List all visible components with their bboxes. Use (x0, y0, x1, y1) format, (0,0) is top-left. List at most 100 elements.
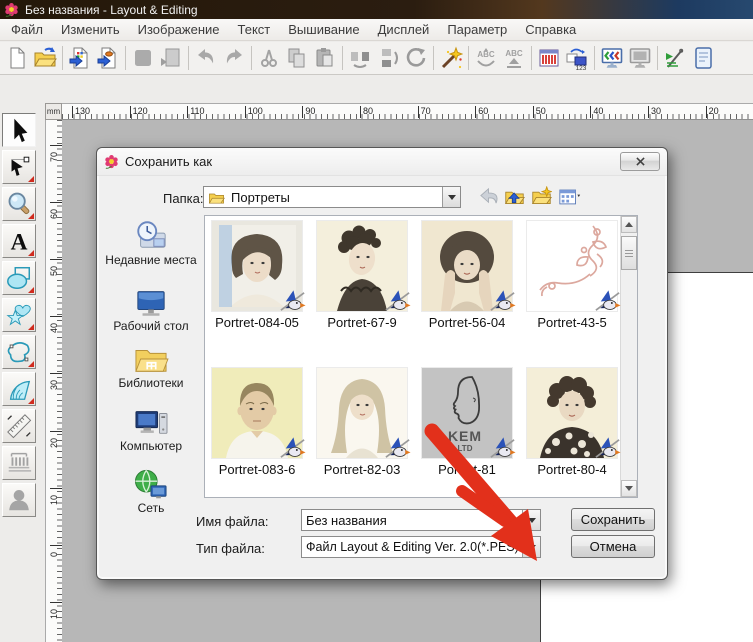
place-item-1[interactable]: Недавние места (101, 218, 201, 267)
file-name-label[interactable]: Portret-43-5 (520, 315, 624, 330)
magic-wand-button[interactable] (437, 44, 465, 72)
import-image-button[interactable] (94, 44, 122, 72)
file-thumbnail[interactable] (527, 368, 617, 458)
pes-bird-icon (489, 288, 516, 315)
menu-item[interactable]: Текст (229, 20, 280, 39)
save-button[interactable]: Сохранить (571, 508, 655, 531)
file-name-label[interactable]: Portret-084-05 (205, 315, 309, 330)
sewing-order-button[interactable]: 123 (563, 44, 591, 72)
open-folder-button[interactable] (31, 44, 59, 72)
filetype-combobox[interactable]: Файл Layout & Editing Ver. 2.0(*.PES) (301, 536, 541, 558)
point-edit-tool-button[interactable] (2, 150, 36, 184)
menu-item[interactable]: Изменить (52, 20, 129, 39)
file-thumbnail[interactable] (212, 221, 302, 311)
file-name-label[interactable]: Portret-083-6 (205, 462, 309, 477)
filetype-value: Файл Layout & Editing Ver. 2.0(*.PES) (302, 540, 522, 554)
file-name-label[interactable]: Portret-81 (415, 462, 519, 477)
menu-item[interactable]: Изображение (129, 20, 229, 39)
ruler-tick (50, 373, 62, 374)
place-label: Компьютер (101, 439, 201, 453)
stitch-tool-button[interactable] (2, 446, 36, 480)
file-thumbnail[interactable] (317, 221, 407, 311)
filename-value[interactable]: Без названия (302, 513, 522, 528)
file-thumbnail[interactable] (212, 368, 302, 458)
file-name-label[interactable]: Portret-67-9 (310, 315, 414, 330)
folder-combobox[interactable]: Портреты (203, 186, 461, 208)
menu-item[interactable]: Вышивание (279, 20, 368, 39)
ruler-label: 60 (49, 209, 59, 219)
place-item-2[interactable]: Рабочий стол (101, 286, 201, 333)
menu-item[interactable]: Файл (2, 20, 52, 39)
close-icon (636, 157, 645, 166)
realistic-view-button[interactable] (598, 44, 626, 72)
toolbar-separator (125, 46, 126, 70)
scroll-down-button[interactable] (621, 480, 637, 497)
select-tool-button[interactable] (2, 113, 36, 147)
svg-text:A: A (11, 229, 28, 255)
file-thumbnail[interactable]: KEM LTD (422, 368, 512, 458)
cancel-button[interactable]: Отмена (571, 535, 655, 558)
libraries-icon (101, 343, 201, 375)
ruler-label: 110 (187, 106, 204, 118)
toolbar-separator (657, 46, 658, 70)
ruler-label: 0 (49, 552, 59, 557)
text-tool-button[interactable]: A (2, 224, 36, 258)
ruler-label: 60 (475, 106, 488, 118)
stitch-simulator-button[interactable] (661, 44, 689, 72)
file-list-scrollbar[interactable] (620, 216, 637, 497)
svg-text:ABC: ABC (505, 49, 523, 58)
toolbar-separator (433, 46, 434, 70)
svg-text:123: 123 (576, 65, 587, 70)
ruler-label: 120 (130, 106, 148, 118)
ruler-tick (50, 545, 62, 546)
new-document-button[interactable] (3, 44, 31, 72)
view-menu-button[interactable] (558, 187, 582, 206)
place-item-4[interactable]: Компьютер (101, 406, 201, 453)
scrollbar-thumb[interactable] (621, 236, 637, 270)
filename-combobox[interactable]: Без названия (301, 509, 541, 531)
file-thumbnail[interactable] (527, 221, 617, 311)
folder-dropdown-button[interactable] (442, 187, 460, 207)
place-label: Недавние места (101, 253, 201, 267)
new-folder-button[interactable] (531, 186, 552, 207)
design-property-button[interactable] (689, 44, 717, 72)
import-design-button[interactable] (66, 44, 94, 72)
portrait-tool-button[interactable] (2, 483, 36, 517)
up-folder-button[interactable] (504, 186, 525, 207)
pes-bird-icon (594, 288, 621, 315)
close-button[interactable] (620, 152, 660, 171)
fan-shape-tool-button[interactable] (2, 372, 36, 406)
file-thumbnail[interactable] (317, 368, 407, 458)
file-name-label[interactable]: Portret-82-03 (310, 462, 414, 477)
measure-tool-button[interactable] (2, 409, 36, 443)
text-arc-button: ABC (472, 44, 500, 72)
redo-button (220, 44, 248, 72)
outline-tool-button[interactable] (2, 335, 36, 369)
file-list[interactable]: Portret-084-05 Portret-67-9 Portret-56-0… (204, 215, 638, 498)
toolbar-separator (531, 46, 532, 70)
place-item-5[interactable]: Сеть (101, 468, 201, 515)
ruler-tick (50, 202, 62, 203)
menu-item[interactable]: Параметр (438, 20, 516, 39)
file-thumbnail[interactable] (422, 221, 512, 311)
undo-button (192, 44, 220, 72)
toolbar-separator (188, 46, 189, 70)
filetype-dropdown-button[interactable] (522, 537, 540, 557)
shape-tool-button[interactable] (2, 261, 36, 295)
file-name-label[interactable]: Portret-80-4 (520, 462, 624, 477)
menu-item[interactable]: Справка (516, 20, 585, 39)
menu-item[interactable]: Дисплей (369, 20, 439, 39)
file-name-label[interactable]: Portret-56-04 (415, 315, 519, 330)
zoom-tool-button[interactable] (2, 187, 36, 221)
flower-app-icon (4, 2, 19, 17)
dialog-title-bar[interactable]: Сохранить как (97, 148, 667, 176)
scroll-up-button[interactable] (621, 216, 637, 233)
motif-shape-tool-button[interactable] (2, 298, 36, 332)
place-item-3[interactable]: Библиотеки (101, 343, 201, 390)
screen-view-button (626, 44, 654, 72)
pes-bird-icon (279, 288, 306, 315)
thread-chart-button[interactable] (535, 44, 563, 72)
horizontal-ruler: 1301201101009080706050403020 (62, 103, 753, 120)
ruler-label: 10 (49, 609, 59, 619)
filename-dropdown-button[interactable] (522, 510, 540, 530)
